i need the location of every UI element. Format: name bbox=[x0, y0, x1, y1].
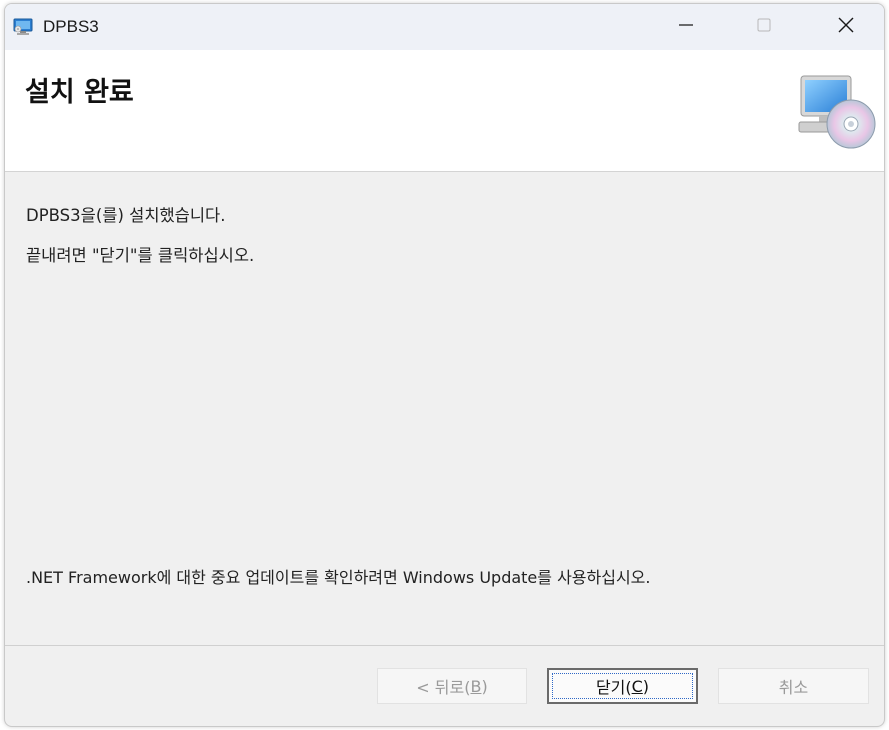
page-title: 설치 완료 bbox=[25, 77, 134, 108]
minimize-icon bbox=[678, 17, 694, 37]
window-title: DPBS3 bbox=[43, 17, 99, 36]
installer-monitor-icon bbox=[13, 18, 33, 36]
back-mnemonic: B bbox=[470, 676, 482, 696]
installer-window: DPBS3 설치 완료 DPBS3을(를) 설치했습니다. 끝내려면 "닫기"를… bbox=[4, 3, 885, 727]
computer-cd-icon bbox=[795, 72, 879, 152]
maximize-icon bbox=[756, 17, 772, 37]
cancel-label: 취소 bbox=[778, 678, 809, 697]
back-button: < 뒤로(B) bbox=[377, 668, 527, 704]
maximize-button bbox=[741, 4, 787, 50]
close-window-button[interactable] bbox=[823, 4, 869, 50]
close-button[interactable]: 닫기(C) bbox=[547, 668, 698, 704]
close-icon bbox=[837, 16, 855, 38]
install-complete-message: DPBS3을(를) 설치했습니다. bbox=[26, 206, 226, 225]
cancel-button: 취소 bbox=[718, 668, 869, 704]
back-label-suffix: ) bbox=[481, 676, 488, 696]
windows-update-note: .NET Framework에 대한 중요 업데이트를 확인하려면 Window… bbox=[26, 568, 651, 587]
minimize-button[interactable] bbox=[663, 4, 709, 50]
close-instruction-text: 끝내려면 "닫기"를 클릭하십시오. bbox=[26, 246, 255, 265]
header-banner: 설치 완료 bbox=[5, 50, 884, 172]
back-label-prefix: < 뒤로( bbox=[416, 678, 471, 697]
focus-rectangle bbox=[552, 673, 693, 699]
title-bar[interactable]: DPBS3 bbox=[5, 4, 884, 50]
footer-separator bbox=[5, 645, 884, 646]
